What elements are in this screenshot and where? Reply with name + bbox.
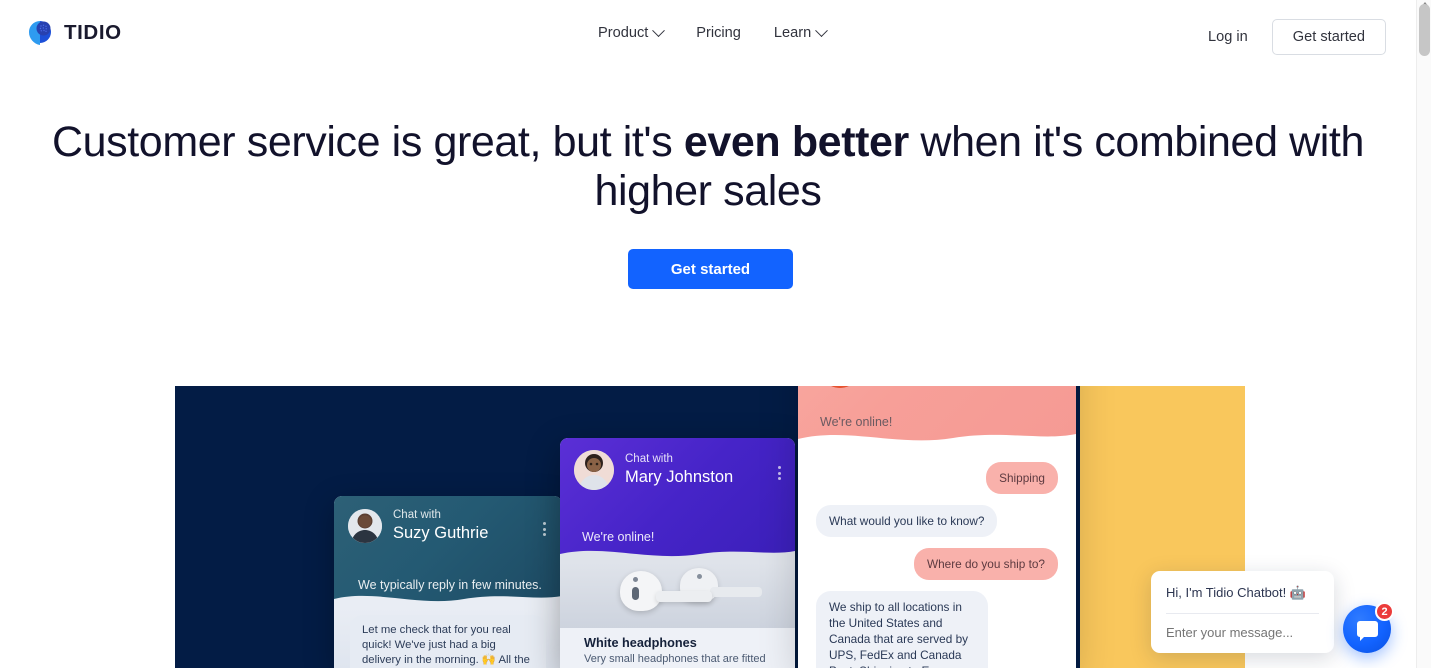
chat-card-suzy[interactable]: Chat with Suzy Guthrie We typically repl… <box>334 496 562 668</box>
product-description: Very small headphones that are fitted di… <box>584 653 766 668</box>
earbud-icon <box>620 571 662 611</box>
chat-card-mary-name: Mary Johnston <box>625 468 734 486</box>
chat-message-bubble: Shipping <box>986 462 1058 494</box>
chat-card-jessica-identity: Chat with Jessica Cowles <box>798 386 1076 388</box>
hero-get-started-button[interactable]: Get started <box>628 249 793 289</box>
chat-card-suzy-name: Suzy Guthrie <box>393 524 489 542</box>
tidio-logo[interactable]: TIDIO <box>26 19 122 47</box>
earbud-detail-icon <box>633 577 638 582</box>
chat-card-jessica-conversation: Shipping What would you like to know? Wh… <box>798 448 1076 668</box>
nav-item-learn-label: Learn <box>773 25 812 41</box>
chatbot-greeting: Hi, I'm Tidio Chatbot! 🤖 <box>1166 584 1319 614</box>
chat-card-suzy-header: Chat with Suzy Guthrie We typically repl… <box>334 496 562 609</box>
nav-menu: Product Pricing Learn <box>598 22 829 44</box>
nav-get-started-button[interactable]: Get started <box>1271 19 1386 55</box>
avatar <box>820 386 860 388</box>
product-title: White headphones <box>584 636 697 650</box>
page-scrollbar[interactable] <box>1416 0 1431 668</box>
chat-card-mary-identity: Chat with Mary Johnston <box>560 438 795 490</box>
chat-card-mary-header: Chat with Mary Johnston We're online! <box>560 438 795 564</box>
tidio-logo-icon <box>26 19 55 47</box>
chatbot-widget: Hi, I'm Tidio Chatbot! 🤖 2 <box>1151 571 1394 653</box>
hero-title-emphasis: even better <box>683 118 909 166</box>
nav-actions: Log in Get started <box>1208 19 1386 55</box>
more-options-icon[interactable] <box>543 522 546 536</box>
chat-card-jessica-header: Chat with Jessica Cowles We're online! <box>798 386 1076 449</box>
chat-card-jessica[interactable]: Chat with Jessica Cowles We're online! S… <box>798 386 1076 668</box>
chat-card-suzy-identity: Chat with Suzy Guthrie <box>334 496 562 544</box>
chat-message-row: We ship to all locations in the United S… <box>816 591 1058 668</box>
chat-card-suzy-body: Let me check that for you real quick! We… <box>334 608 562 668</box>
product-info: White headphones Very small headphones t… <box>560 628 795 668</box>
chat-bubble-icon <box>1356 621 1378 641</box>
top-navigation-bar: TIDIO Product Pricing Learn Log in Get s… <box>0 0 1416 68</box>
product-image <box>560 563 795 628</box>
chat-message-bubble: Let me check that for you real quick! We… <box>350 615 546 668</box>
chevron-down-icon <box>815 23 829 37</box>
wave-divider-icon <box>334 595 562 609</box>
tidio-logo-text: TIDIO <box>64 21 122 44</box>
nav-item-pricing[interactable]: Pricing <box>696 22 741 44</box>
chat-message-row: Where do you ship to? <box>816 548 1058 580</box>
chatbot-card: Hi, I'm Tidio Chatbot! 🤖 <box>1151 571 1334 653</box>
chevron-down-icon <box>652 23 666 37</box>
login-link[interactable]: Log in <box>1208 29 1248 45</box>
wave-divider-icon <box>798 434 1076 449</box>
chat-card-mary-chatwith-label: Chat with <box>625 453 673 465</box>
chatbot-launcher-button[interactable]: 2 <box>1343 602 1394 653</box>
chat-message-row: What would you like to know? <box>816 505 1058 537</box>
chat-card-mary-status: We're online! <box>582 530 655 544</box>
nav-item-product-label: Product <box>598 25 649 41</box>
avatar <box>348 509 382 543</box>
more-options-icon[interactable] <box>778 466 781 480</box>
chat-message-bubble: We ship to all locations in the United S… <box>816 591 988 668</box>
chat-message-row: Shipping <box>816 462 1058 494</box>
page-root: TIDIO Product Pricing Learn Log in Get s… <box>0 0 1431 668</box>
earbud-stem-icon <box>656 591 712 602</box>
earbud-stem-icon <box>710 587 762 597</box>
chat-card-mary[interactable]: Chat with Mary Johnston We're online! Wh… <box>560 438 795 668</box>
wave-divider-icon <box>560 550 795 564</box>
chat-message-bubble: What would you like to know? <box>816 505 998 537</box>
earbud-detail-icon <box>632 587 639 600</box>
chatbot-message-input[interactable] <box>1166 614 1319 640</box>
unread-badge: 2 <box>1375 602 1394 621</box>
nav-item-product[interactable]: Product <box>598 22 666 44</box>
scrollbar-thumb[interactable] <box>1419 4 1430 56</box>
chat-card-suzy-chatwith-label: Chat with <box>393 509 441 521</box>
nav-item-learn[interactable]: Learn <box>773 22 829 44</box>
chat-message-bubble: Where do you ship to? <box>913 548 1058 580</box>
avatar <box>574 450 614 490</box>
hero-title-part1: Customer service is great, but it's <box>51 118 684 166</box>
page-title: Customer service is great, but it's even… <box>0 118 1416 216</box>
nav-item-pricing-label: Pricing <box>696 25 741 41</box>
earbud-detail-icon <box>697 574 702 579</box>
